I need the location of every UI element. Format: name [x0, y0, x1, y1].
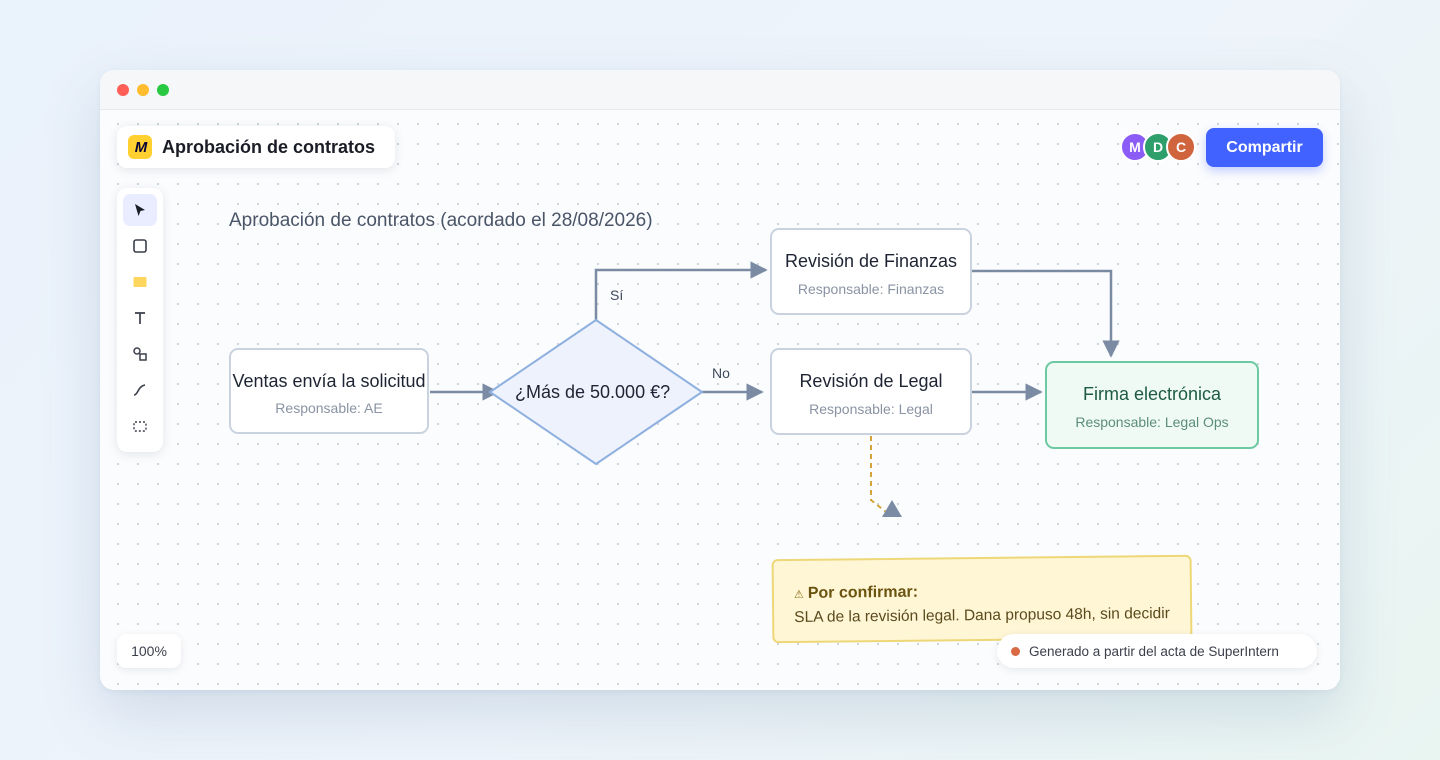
board-title-panel[interactable]: M Aprobación de contratos [117, 126, 395, 168]
frame-icon [133, 421, 147, 432]
square-icon [133, 239, 147, 253]
decision-label: ¿Más de 50.000 €? [515, 382, 671, 402]
sticky-note-pending[interactable]: ⚠ Por confirmar: SLA de la revisión legal… [771, 554, 1193, 644]
shapes-icon [133, 347, 147, 361]
close-window-button[interactable] [117, 84, 129, 96]
avatar[interactable]: C [1166, 132, 1196, 162]
tool-shape[interactable] [123, 230, 157, 262]
node-owner: Responsable: Legal Ops [1075, 414, 1229, 430]
note-heading: ⚠ Por confirmar: [793, 583, 919, 602]
node-owner: Responsable: Legal [809, 401, 933, 417]
cursor-icon [135, 204, 145, 216]
minimize-window-button[interactable] [137, 84, 149, 96]
maximize-window-button[interactable] [157, 84, 169, 96]
edge-legal-to-note[interactable] [870, 436, 887, 513]
tool-sticky-note[interactable] [123, 266, 157, 298]
source-note: Generado a partir del acta de SuperInter… [1029, 643, 1279, 659]
tool-select[interactable] [123, 194, 157, 226]
node-e-signature[interactable]: Firma electrónica Responsable: Legal Ops [1045, 361, 1259, 449]
tool-text[interactable] [123, 302, 157, 334]
node-title: Ventas envía la solicitud [232, 371, 426, 391]
node-owner: Responsable: Finanzas [797, 281, 945, 297]
tool-pen[interactable] [123, 374, 157, 406]
tool-frame[interactable] [123, 410, 157, 442]
left-toolbar [117, 188, 163, 452]
note-arrowhead [882, 500, 902, 517]
status-dot-icon [1011, 646, 1020, 656]
node-title: Revisión de Legal [799, 371, 943, 391]
flow-title: Aprobación de contratos (acordado el 28/… [229, 210, 653, 231]
node-finance-review[interactable]: Revisión de Finanzas Responsable: Finanz… [770, 228, 972, 315]
node-title: Firma electrónica [1082, 384, 1222, 404]
edge-label-yes: Sí [610, 287, 624, 303]
warning-icon: ⚠ [793, 588, 804, 601]
miro-logo-icon: M [128, 135, 152, 159]
board-canvas[interactable]: Aprobación de contratos (acordado el 28/… [100, 110, 1340, 690]
sticky-note-icon [133, 277, 147, 287]
node-legal-review[interactable]: Revisión de Legal Responsable: Legal [770, 348, 972, 435]
node-title: Revisión de Finanzas [784, 251, 958, 271]
pen-icon [133, 384, 146, 396]
collaborator-avatars[interactable]: M D C [1120, 132, 1196, 162]
text-icon [135, 312, 145, 324]
tool-shapes[interactable] [123, 338, 157, 370]
window-titlebar [100, 70, 1340, 110]
zoom-level[interactable]: 100% [117, 634, 181, 668]
edge-label-no: No [712, 365, 730, 381]
note-body: SLA de la revisión legal. Dana propuso 4… [794, 605, 1170, 626]
node-owner: Responsable: AE [275, 400, 383, 416]
app-window: Aprobación de contratos (acordado el 28/… [100, 70, 1340, 690]
node-sales-request[interactable]: Ventas envía la solicitud Responsable: A… [229, 348, 429, 434]
edge-finance-to-sign[interactable] [972, 269, 1120, 358]
board-name: Aprobación de contratos [162, 136, 376, 157]
share-button[interactable]: Compartir [1206, 128, 1323, 167]
source-badge: Generado a partir del acta de SuperInter… [997, 634, 1317, 668]
